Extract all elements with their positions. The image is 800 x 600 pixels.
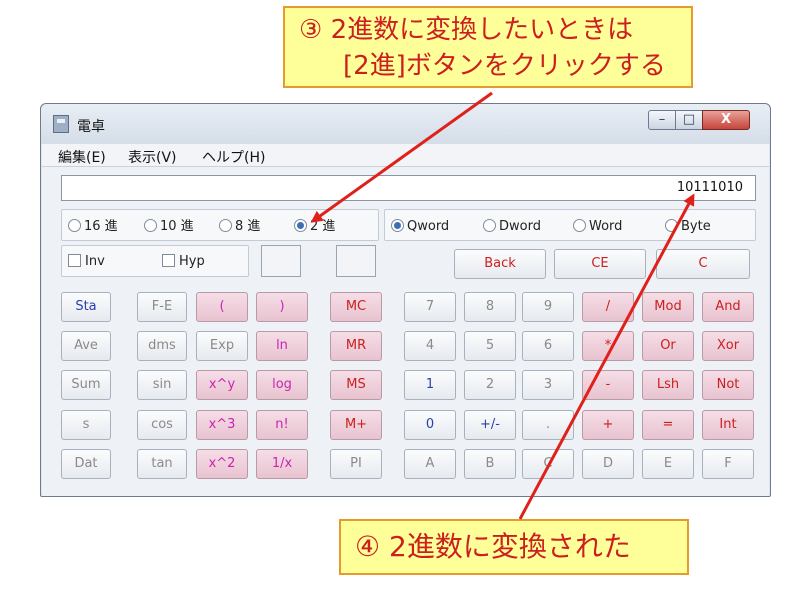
arrow-to-bin-radio — [310, 91, 493, 223]
annotation-arrows — [310, 91, 695, 520]
arrow-to-display — [518, 193, 695, 520]
